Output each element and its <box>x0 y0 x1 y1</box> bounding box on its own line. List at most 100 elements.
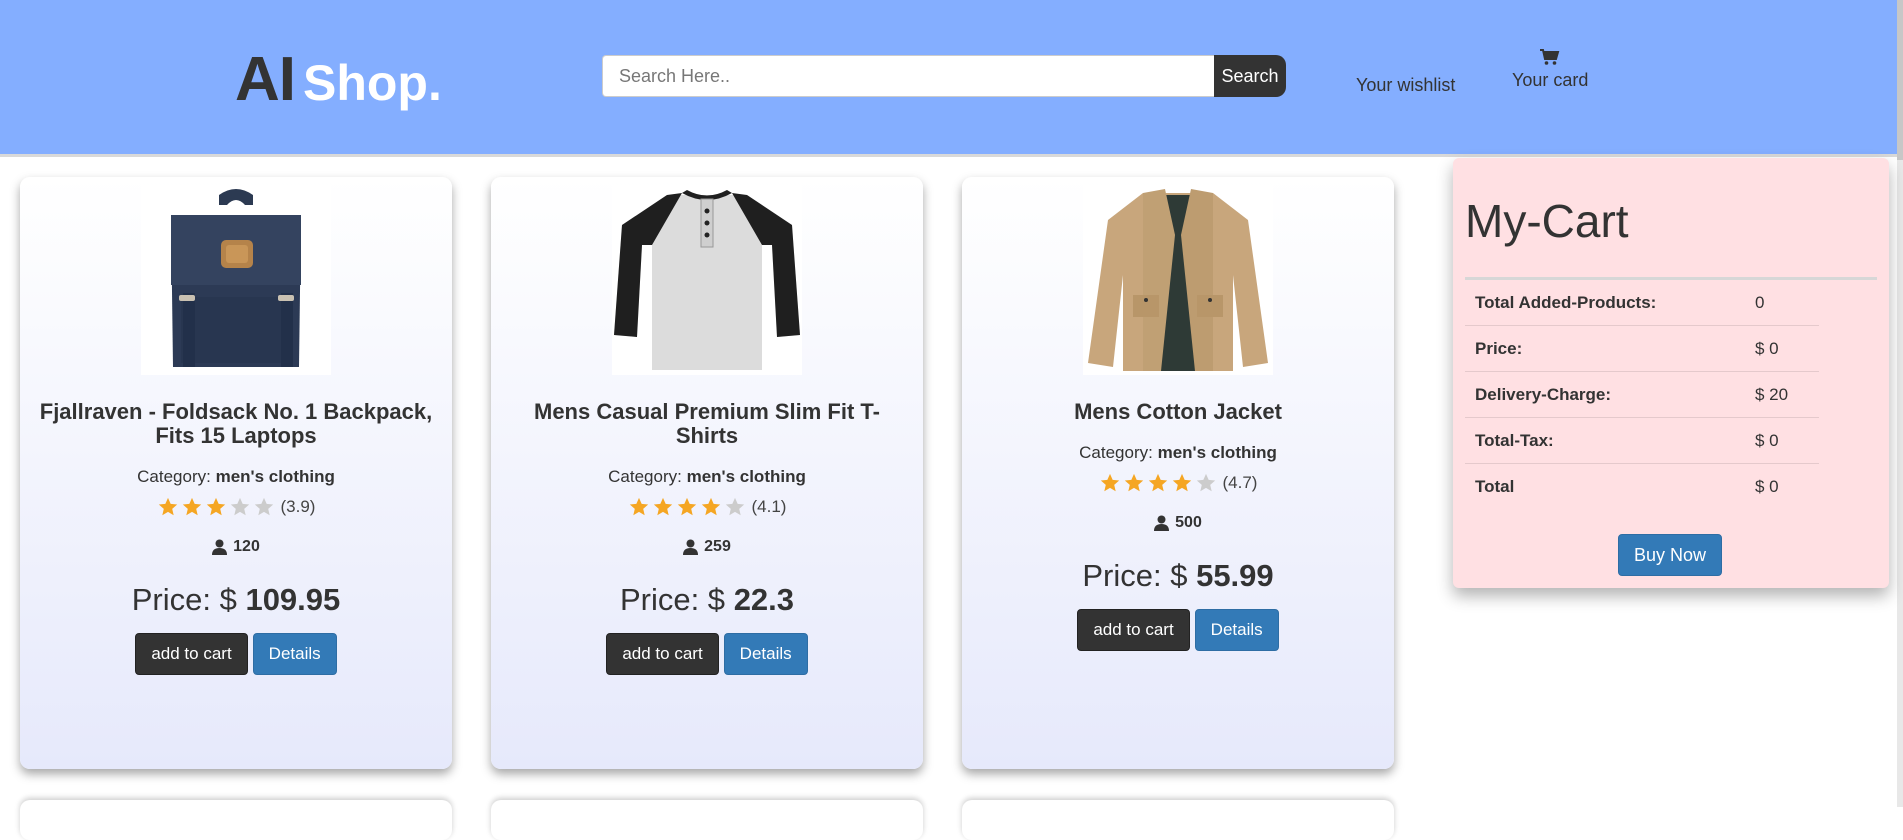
product-actions: add to cart Details <box>491 633 923 675</box>
cart-row-value: 0 <box>1755 292 1765 312</box>
add-to-cart-button[interactable]: add to cart <box>135 633 248 675</box>
review-count: 500 <box>962 514 1394 532</box>
review-count: 120 <box>20 538 452 556</box>
price-label: Price: $ <box>131 582 237 617</box>
product-card: Fjallraven - Foldsack No. 1 Backpack, Fi… <box>20 177 452 769</box>
category-label: Category: <box>1079 443 1153 462</box>
add-to-cart-button[interactable]: add to cart <box>606 633 719 675</box>
cart-row-label: Total-Tax: <box>1465 417 1745 464</box>
review-count-value: 500 <box>1175 514 1202 531</box>
cart-row-value: $ 0 <box>1745 463 1819 509</box>
star-filled-icon <box>206 497 225 516</box>
cart-row-value: $ 0 <box>1745 417 1819 464</box>
star-rating <box>628 496 746 518</box>
product-rating: (4.7) <box>962 472 1394 494</box>
product-rating: (3.9) <box>20 496 452 518</box>
product-rating: (4.1) <box>491 496 923 518</box>
logo-shop-text: Shop. <box>303 55 442 111</box>
star-rating <box>157 496 275 518</box>
jacket-image[interactable] <box>1083 185 1273 375</box>
star-filled-icon <box>653 497 672 516</box>
search-button[interactable]: Search <box>1214 55 1286 97</box>
product-price: Price: $ 22.3 <box>491 582 923 618</box>
category-value: men's clothing <box>1157 443 1277 462</box>
category-label: Category: <box>608 467 682 486</box>
category-value: men's clothing <box>215 467 335 486</box>
product-card-next-row <box>20 800 452 840</box>
product-title[interactable]: Mens Cotton Jacket <box>974 400 1382 424</box>
product-price: Price: $ 55.99 <box>962 558 1394 594</box>
review-count-value: 120 <box>233 538 260 555</box>
wishlist-label: Your wishlist <box>1356 75 1456 95</box>
star-filled-icon <box>1172 473 1191 492</box>
product-title[interactable]: Mens Casual Premium Slim Fit T-Shirts <box>503 400 911 448</box>
page-scrollbar[interactable] <box>1897 0 1903 807</box>
product-card-next-row <box>491 800 923 840</box>
card-label: Your card <box>1512 70 1589 90</box>
rating-value: (4.1) <box>751 497 787 516</box>
cart-row-value: $ 0 <box>1745 325 1819 372</box>
add-to-cart-button[interactable]: add to cart <box>1077 609 1190 651</box>
product-actions: add to cart Details <box>20 633 452 675</box>
product-card: Mens Cotton Jacket Category: men's cloth… <box>962 177 1394 769</box>
cart-summary-table: Total Added-Products: 0 Price: $ 0 Deliv… <box>1465 280 1819 509</box>
user-icon <box>1154 515 1170 531</box>
search-input[interactable] <box>602 55 1214 97</box>
category-label: Category: <box>137 467 211 486</box>
category-value: men's clothing <box>686 467 806 486</box>
cart-link[interactable]: Your card <box>1512 48 1588 91</box>
top-header: AIShop. Search Your wishlist Your card <box>0 0 1897 157</box>
cart-row: Total $ 0 <box>1465 463 1819 509</box>
star-filled-icon <box>677 497 696 516</box>
cart-row: Total Added-Products: 0 <box>1465 280 1819 326</box>
cart-title: My-Cart <box>1465 195 1629 247</box>
star-empty-icon <box>1196 473 1215 492</box>
wishlist-link[interactable]: Your wishlist <box>1356 75 1455 96</box>
logo-ai-text: AI <box>235 45 296 114</box>
cart-row: Total-Tax: $ 0 <box>1465 417 1819 464</box>
buy-now-button[interactable]: Buy Now <box>1618 534 1722 576</box>
product-price: Price: $ 109.95 <box>20 582 452 618</box>
backpack-image[interactable] <box>141 185 331 375</box>
star-filled-icon <box>158 497 177 516</box>
price-label: Price: $ <box>1082 558 1188 593</box>
product-card: Mens Casual Premium Slim Fit T-Shirts Ca… <box>491 177 923 769</box>
product-title[interactable]: Fjallraven - Foldsack No. 1 Backpack, Fi… <box>32 400 440 448</box>
star-filled-icon <box>629 497 648 516</box>
product-actions: add to cart Details <box>962 609 1394 651</box>
product-category: Category: men's clothing <box>962 443 1394 463</box>
review-count-value: 259 <box>704 538 731 555</box>
cart-row-label: Price: <box>1465 325 1745 372</box>
cart-row-label: Delivery-Charge: <box>1465 371 1745 418</box>
cart-panel: My-Cart Total Added-Products: 0 Price: $… <box>1453 158 1889 588</box>
cart-row: Price: $ 0 <box>1465 325 1819 372</box>
user-icon <box>212 539 228 555</box>
star-filled-icon <box>1100 473 1119 492</box>
cart-row-label: Total <box>1465 463 1745 509</box>
price-value: 22.3 <box>733 582 795 617</box>
review-count: 259 <box>491 538 923 556</box>
star-filled-icon <box>182 497 201 516</box>
price-value: 109.95 <box>245 582 341 617</box>
tshirt-image[interactable] <box>612 185 802 375</box>
price-value: 55.99 <box>1196 558 1274 593</box>
rating-value: (4.7) <box>1222 473 1258 492</box>
star-filled-icon <box>1124 473 1143 492</box>
details-button[interactable]: Details <box>723 633 808 675</box>
star-empty-icon <box>725 497 744 516</box>
details-button[interactable]: Details <box>252 633 337 675</box>
star-filled-icon <box>701 497 720 516</box>
cart-row-value: $ 20 <box>1745 371 1819 418</box>
site-logo[interactable]: AI Shop. <box>235 44 442 124</box>
star-rating <box>1099 472 1217 494</box>
user-icon <box>683 539 699 555</box>
price-label: Price: $ <box>619 582 726 617</box>
rating-value: (3.9) <box>280 497 316 516</box>
scrollbar-thumb[interactable] <box>1897 0 1903 160</box>
shopping-cart-icon <box>1540 49 1560 65</box>
product-card-next-row <box>962 800 1394 840</box>
product-category: Category: men's clothing <box>491 467 923 487</box>
star-filled-icon <box>1148 473 1167 492</box>
details-button[interactable]: Details <box>1194 609 1279 651</box>
star-empty-icon <box>254 497 273 516</box>
